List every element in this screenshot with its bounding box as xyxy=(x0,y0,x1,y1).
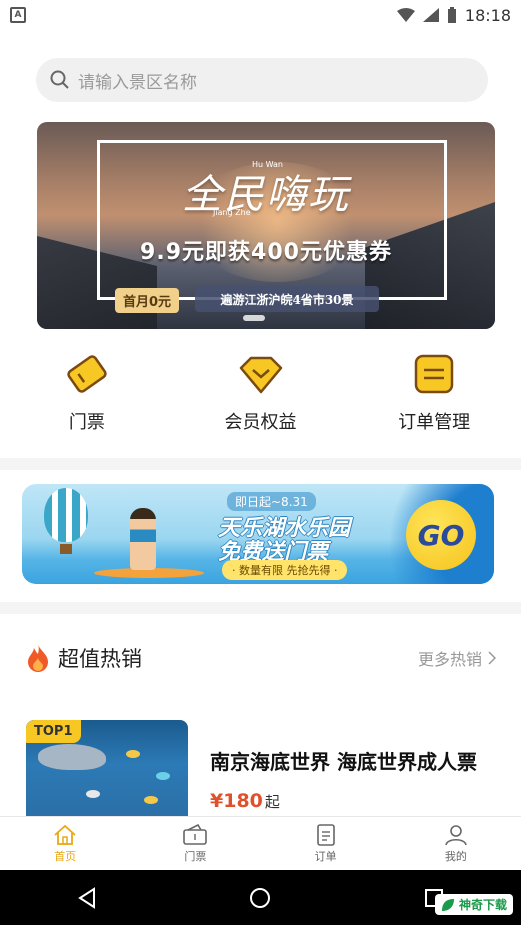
order-icon xyxy=(316,823,335,846)
promo-banner-carousel[interactable]: Hu Wan 全民嗨玩 Jiang Zhe 9.9元即获400元优惠券 首月0元… xyxy=(37,122,495,329)
home-icon xyxy=(54,824,76,845)
ticket-icon xyxy=(183,823,208,845)
surfer-figure xyxy=(130,508,156,570)
quick-entry-label: 订单管理 xyxy=(398,412,471,433)
search-icon xyxy=(50,70,69,89)
carousel-indicator xyxy=(243,315,265,321)
member-diamond-icon xyxy=(237,350,285,398)
tab-label: 我的 xyxy=(444,849,467,863)
profile-icon xyxy=(445,824,467,845)
tab-profile[interactable]: 我的 xyxy=(391,817,521,870)
product-price-row: ¥180 起 xyxy=(210,790,280,812)
bottom-navigation: 首页 门票 订单 我的 xyxy=(0,816,521,870)
fish-illustration xyxy=(126,750,140,758)
status-bar: A 18:18 xyxy=(0,0,521,30)
order-list-icon xyxy=(410,350,458,398)
tab-label: 首页 xyxy=(54,849,77,863)
product-name: 南京海底世界 海底世界成人票 xyxy=(210,750,477,774)
fish-illustration xyxy=(156,772,170,780)
watermark-text: 神奇下载 xyxy=(458,898,507,912)
product-price: ¥180 xyxy=(210,790,263,812)
promo-tag: · 数量有限 先抢先得 · xyxy=(222,560,348,580)
hot-sales-title: 超值热销 xyxy=(58,647,142,671)
banner-title: 全民嗨玩 xyxy=(182,172,350,218)
tab-label: 订单 xyxy=(314,849,337,863)
home-button-icon[interactable] xyxy=(249,887,271,909)
quick-entry-member-benefits[interactable]: 会员权益 xyxy=(174,350,348,448)
tab-orders[interactable]: 订单 xyxy=(261,817,391,870)
quick-entry-order-management[interactable]: 订单管理 xyxy=(347,350,521,448)
tab-label: 门票 xyxy=(184,849,207,863)
tab-tickets[interactable]: 门票 xyxy=(130,817,260,870)
signal-icon xyxy=(422,8,439,22)
leaf-icon xyxy=(441,898,454,911)
banner-offer: 9.9元即获400元优惠券 xyxy=(140,240,392,265)
chevron-right-icon xyxy=(488,651,496,665)
product-thumbnail: TOP1 xyxy=(26,720,188,818)
product-price-suffix: 起 xyxy=(264,793,280,811)
more-hot-sales-label: 更多热销 xyxy=(417,650,482,669)
hot-air-balloon-icon xyxy=(44,488,88,542)
rank-badge: TOP1 xyxy=(26,720,81,743)
banner-tour-label: 遍游江浙沪皖4省市30景 xyxy=(195,286,379,312)
banner-first-month-badge: 首月0元 xyxy=(115,288,180,313)
search-input[interactable]: 请输入景区名称 xyxy=(36,58,488,102)
back-icon[interactable] xyxy=(76,886,98,909)
shark-illustration xyxy=(38,744,106,770)
promo-go-button[interactable]: GO xyxy=(406,500,476,570)
section-divider xyxy=(0,602,521,614)
status-indicators: 18:18 xyxy=(396,5,511,25)
watermark-logo: 神奇下载 xyxy=(434,894,513,915)
banner-english-2: Jiang Zhe xyxy=(213,208,251,217)
tab-home[interactable]: 首页 xyxy=(0,817,130,870)
fish-illustration xyxy=(86,790,100,798)
wifi-icon xyxy=(396,8,415,22)
balloon-basket xyxy=(60,544,72,554)
water-park-promo-banner[interactable]: 即日起~8.31 天乐湖水乐园 免费送门票 · 数量有限 先抢先得 · GO xyxy=(22,484,494,584)
quick-entries: 门票 会员权益 订单管理 xyxy=(0,350,521,448)
quick-entry-label: 会员权益 xyxy=(224,412,297,433)
fish-illustration xyxy=(144,796,158,804)
status-time: 18:18 xyxy=(464,5,511,25)
battery-icon xyxy=(447,7,456,23)
more-hot-sales-link[interactable]: 更多热销 xyxy=(418,646,496,670)
promo-date: 即日起~8.31 xyxy=(227,492,316,511)
ticket-icon xyxy=(63,350,111,398)
fire-icon xyxy=(28,644,48,672)
section-divider xyxy=(0,458,521,470)
quick-entry-label: 门票 xyxy=(68,412,105,433)
product-card[interactable]: TOP1 南京海底世界 海底世界成人票 ¥180 起 xyxy=(26,718,496,818)
hot-sales-header: 超值热销 更多热销 xyxy=(26,638,496,678)
notification-app-icon: A xyxy=(10,7,26,23)
quick-entry-tickets[interactable]: 门票 xyxy=(0,350,174,448)
search-placeholder: 请输入景区名称 xyxy=(78,72,197,93)
